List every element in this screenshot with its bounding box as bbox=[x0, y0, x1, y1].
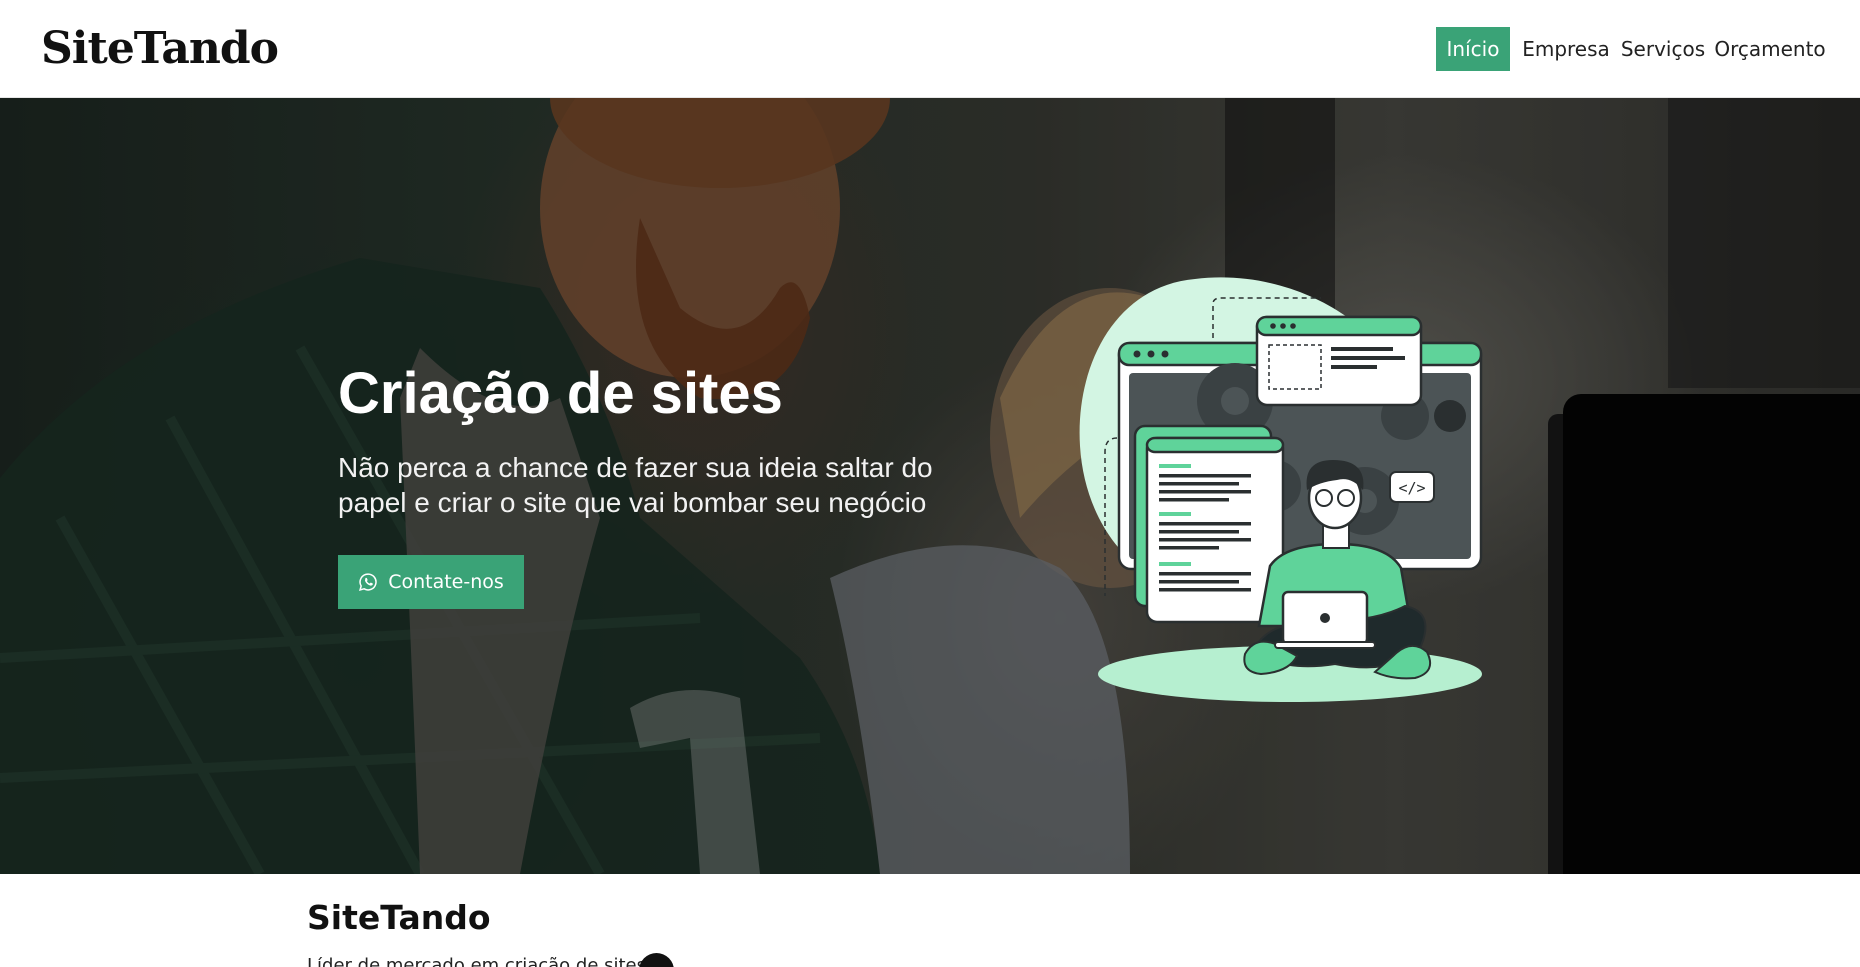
nav-item-empresa[interactable]: Empresa bbox=[1520, 27, 1612, 71]
web-developer-illustration: </> bbox=[1079, 277, 1483, 702]
hero-banner: Criação de sites Não perca a chance de f… bbox=[0, 98, 1860, 874]
svg-text:</>: </> bbox=[1398, 479, 1425, 497]
whatsapp-icon bbox=[359, 573, 377, 591]
floating-chat-icon[interactable] bbox=[639, 953, 674, 967]
contact-button-label: Contate-nos bbox=[388, 571, 504, 593]
contact-button[interactable]: Contate-nos bbox=[338, 555, 524, 609]
site-header: SiteTando Início Empresa Serviços Orçame… bbox=[0, 0, 1860, 98]
nav-item-orcamento[interactable]: Orçamento bbox=[1714, 27, 1826, 71]
nav-item-servicos[interactable]: Serviços bbox=[1620, 27, 1706, 71]
nav-item-inicio[interactable]: Início bbox=[1436, 27, 1510, 71]
brand-logo[interactable]: SiteTando bbox=[41, 20, 279, 78]
about-section-subtitle: Líder de mercado em criação de sites bbox=[307, 957, 646, 967]
hero-subtitle: Não perca a chance de fazer sua ideia sa… bbox=[338, 452, 933, 518]
about-section-title: SiteTando bbox=[307, 898, 491, 937]
hero-title: Criação de sites bbox=[338, 361, 783, 426]
